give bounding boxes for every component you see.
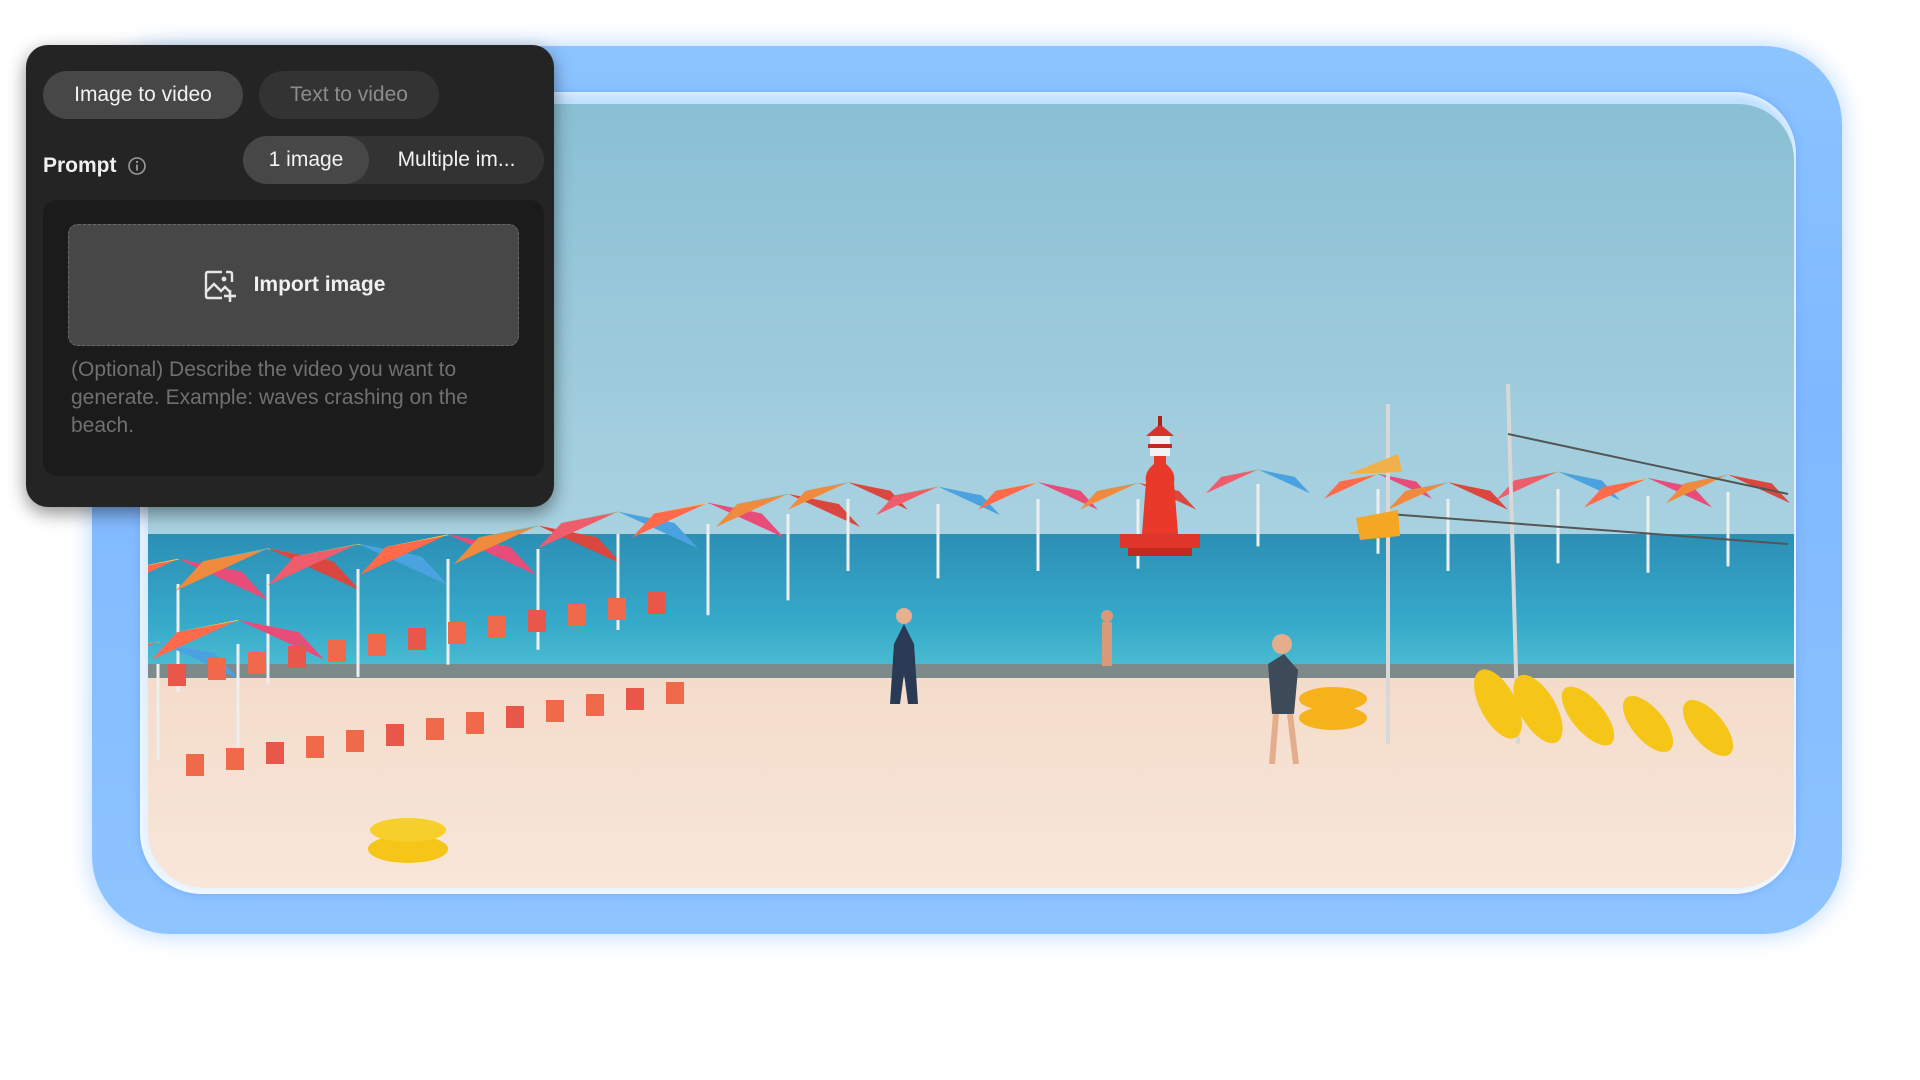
tab-text-to-video[interactable]: Text to video xyxy=(259,71,439,119)
beach-chair xyxy=(386,724,404,746)
option-1-image[interactable]: 1 image xyxy=(243,136,369,184)
beach-chair xyxy=(648,592,666,614)
beach-chair xyxy=(226,748,244,770)
generation-panel: Image to video Text to video Prompt 1 im… xyxy=(26,45,554,507)
import-image-button[interactable]: Import image xyxy=(68,224,519,346)
beach-chair xyxy=(208,658,226,680)
beach-chair xyxy=(568,604,586,626)
beach-chair xyxy=(266,742,284,764)
prompt-label: Prompt xyxy=(43,154,117,177)
beach-chair xyxy=(528,610,546,632)
beach-chair xyxy=(426,718,444,740)
beach-chair xyxy=(408,628,426,650)
beach-chair xyxy=(186,754,204,776)
beach-chair xyxy=(488,616,506,638)
info-circle-icon[interactable] xyxy=(127,156,147,176)
beach-chair xyxy=(328,640,346,662)
beach-chair xyxy=(168,664,186,686)
tab-image-to-video[interactable]: Image to video xyxy=(43,71,243,119)
prompt-label-row: Prompt xyxy=(43,154,147,178)
beach-chair xyxy=(306,736,324,758)
prompt-box: Import image xyxy=(43,200,544,476)
beach-chair xyxy=(368,634,386,656)
image-add-icon xyxy=(204,270,236,302)
stage: Image to video Text to video Prompt 1 im… xyxy=(0,0,1920,1080)
rock-line xyxy=(148,664,1794,680)
beach-chair xyxy=(506,706,524,728)
beach-chair xyxy=(346,730,364,752)
beach-chair xyxy=(586,694,604,716)
beach-chair xyxy=(448,622,466,644)
beach-chair xyxy=(546,700,564,722)
prompt-input[interactable] xyxy=(71,356,521,452)
import-image-label: Import image xyxy=(253,273,386,296)
image-count-toggle: 1 image Multiple im... xyxy=(243,136,544,184)
beach-chair xyxy=(626,688,644,710)
beach-chair xyxy=(248,652,266,674)
beach-chair xyxy=(288,646,306,668)
beach-chair xyxy=(666,682,684,704)
beach-chair xyxy=(466,712,484,734)
option-multiple-images[interactable]: Multiple im... xyxy=(369,136,544,184)
beach-chair xyxy=(608,598,626,620)
